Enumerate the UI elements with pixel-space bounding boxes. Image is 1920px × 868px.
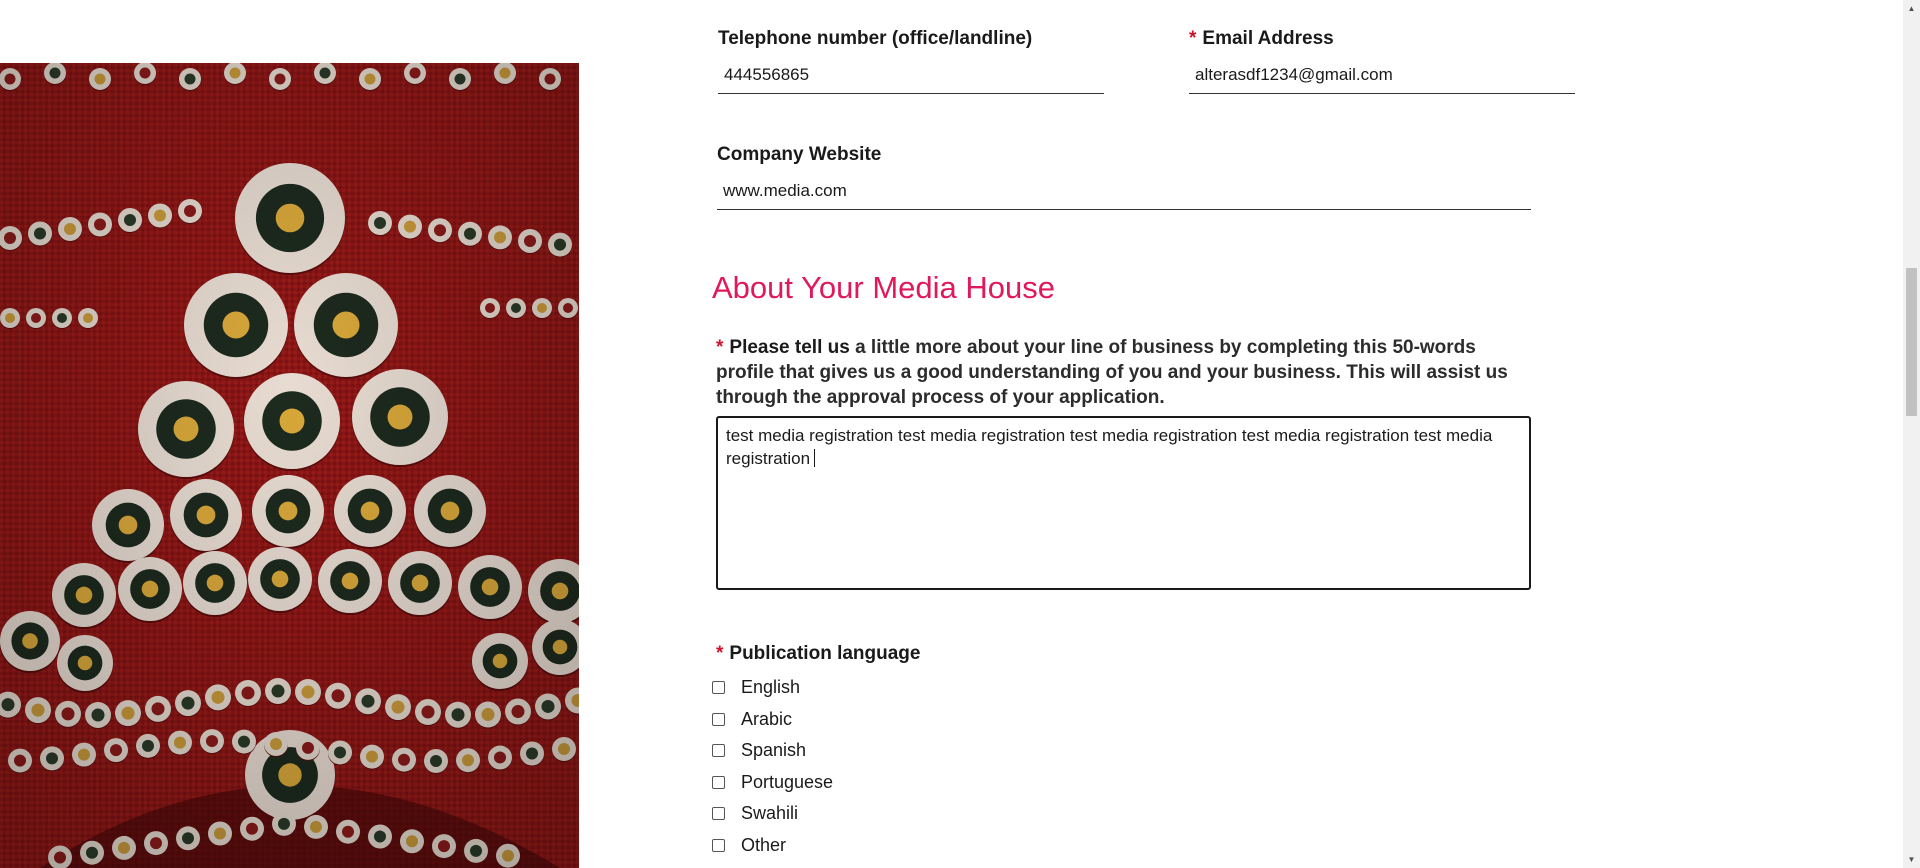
- language-option-label: English: [741, 677, 801, 698]
- language-option-label: Swahili: [741, 803, 799, 824]
- language-option-label: Portuguese: [741, 771, 834, 792]
- publication-language-label: * Publication language: [716, 643, 921, 664]
- scroll-down-icon[interactable]: ▼: [1903, 851, 1920, 868]
- profile-label: * Please tell us a little more about your…: [716, 337, 1508, 408]
- scrollbar-thumb[interactable]: [1906, 268, 1917, 416]
- language-option-spanish[interactable]: Spanish: [712, 735, 1012, 767]
- language-option-portuguese[interactable]: Portuguese: [712, 767, 1012, 799]
- website-label: Company Website: [717, 144, 882, 165]
- language-option-swahili[interactable]: Swahili: [712, 798, 1012, 830]
- arabic-checkbox[interactable]: [712, 712, 725, 726]
- website-input[interactable]: [717, 180, 1531, 210]
- scroll-up-icon[interactable]: ▲: [1903, 0, 1920, 17]
- page-scrollbar[interactable]: ▲ ▼: [1903, 0, 1920, 868]
- required-marker: *: [1189, 28, 1197, 49]
- language-option-other[interactable]: Other: [712, 830, 1012, 862]
- text-caret: [814, 449, 816, 467]
- language-option-label: Spanish: [741, 740, 807, 761]
- telephone-input[interactable]: [718, 64, 1104, 94]
- language-option-arabic[interactable]: Arabic: [712, 704, 1012, 736]
- language-option-english[interactable]: English: [712, 672, 1012, 704]
- registration-page: Telephone number (office/landline) *Emai…: [0, 0, 1920, 868]
- required-marker: *: [716, 643, 724, 664]
- email-label: * Email Address: [1189, 28, 1334, 49]
- profile-textarea[interactable]: test media registration test media regis…: [716, 416, 1531, 590]
- publication-language-options: English Arabic Spanish Portuguese Swahil…: [712, 672, 1012, 861]
- required-marker: *: [716, 337, 724, 358]
- language-option-label: Other: [741, 834, 787, 855]
- email-input[interactable]: [1189, 64, 1575, 94]
- spanish-checkbox[interactable]: [712, 744, 725, 758]
- english-checkbox[interactable]: [712, 681, 725, 695]
- telephone-label: Telephone number (office/landline): [718, 28, 1033, 49]
- portuguese-checkbox[interactable]: [712, 775, 725, 789]
- registration-form: Telephone number (office/landline) *Emai…: [712, 0, 1592, 868]
- other-checkbox[interactable]: [712, 838, 725, 852]
- section-title-about: About Your Media House: [712, 270, 1055, 305]
- decorative-dotted-pattern-image: [0, 63, 579, 868]
- language-option-label: Arabic: [741, 708, 793, 729]
- swahili-checkbox[interactable]: [712, 807, 725, 821]
